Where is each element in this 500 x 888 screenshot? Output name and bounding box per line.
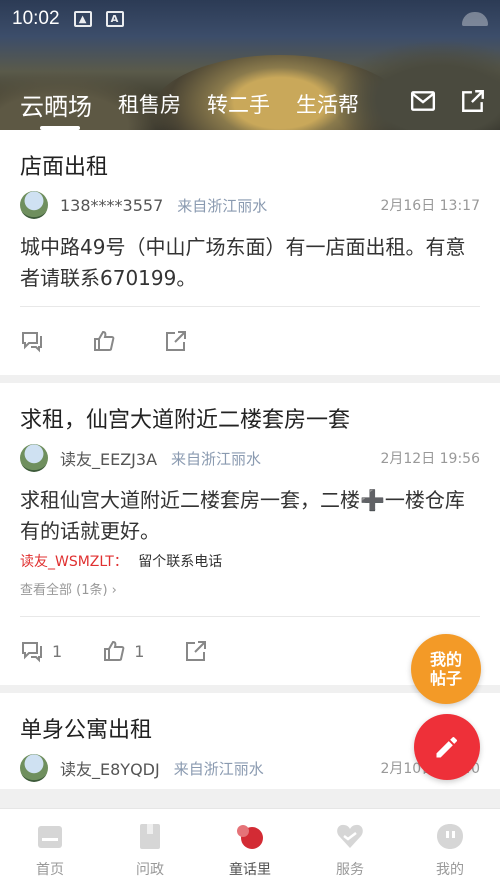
tab-yunshaichang[interactable]: 云晒场 [20,87,92,130]
header-actions [410,88,486,114]
new-post-button[interactable] [414,714,480,780]
nav-label: 问政 [136,862,164,878]
like-button[interactable] [92,329,124,353]
share-button[interactable] [164,329,196,353]
post-time: 2月16日 13:17 [380,198,480,214]
comment-preview[interactable]: 读友_WSMZLT： 留个联系电话 [20,551,480,571]
tab-zhuanershou[interactable]: 转二手 [207,89,270,119]
post-meta: 读友_EEZJ3A 来自浙江丽水 2月12日 19:56 [20,437,480,479]
avatar[interactable] [20,754,48,782]
post-title[interactable]: 单身公寓出租 [20,693,480,747]
post-card[interactable]: 店面出租 138****3557 来自浙江丽水 2月16日 13:17 城中路4… [0,130,500,375]
profile-icon [437,824,463,849]
thumbs-up-icon [94,330,115,351]
post-author[interactable]: 读友_E8YQDJ [60,756,160,780]
avatar[interactable] [20,191,48,219]
nav-label: 首页 [36,862,64,878]
nav-item-fuwu[interactable]: 服务 [300,809,400,888]
share-icon [186,641,207,661]
nav-label: 服务 [336,862,364,878]
post-location: 来自浙江丽水 [177,196,268,215]
post-meta: 读友_E8YQDJ 来自浙江丽水 2月10日 13:40 [20,747,480,789]
heart-icon [337,824,363,848]
comment-icon [22,332,42,353]
like-count: 1 [134,641,145,661]
thumbs-up-icon [104,640,125,661]
my-posts-button[interactable]: 我的 帖子 [411,634,481,704]
share-icon [166,331,186,351]
share-icon[interactable] [460,88,486,114]
nav-label: 童话里 [229,862,271,878]
gallery-icon: ▲ [73,11,92,27]
post-location: 来自浙江丽水 [171,449,262,468]
post-meta: 138****3557 来自浙江丽水 2月16日 13:17 [20,184,480,226]
nav-item-tonghuali[interactable]: 童话里 [200,809,300,888]
status-bar: 10:02 ▲ A [12,6,488,32]
pencil-icon [436,736,458,758]
app-notification-icon: A [105,11,124,27]
bottom-nav: 首页 问政 童话里 服务 我的 [0,808,500,888]
community-icon [237,825,263,849]
mail-icon[interactable] [410,88,436,114]
comment-button[interactable] [20,329,52,353]
post-time: 2月12日 19:56 [380,451,480,467]
comment-text: 留个联系电话 [138,554,223,570]
wifi-icon [462,12,488,26]
tab-zushoufang[interactable]: 租售房 [118,89,181,119]
question-icon [140,824,160,849]
comment-icon [22,642,42,663]
home-icon [38,826,62,848]
comment-count: 1 [52,641,63,661]
view-all-comments-link[interactable]: 查看全部 (1条) › [20,579,480,598]
post-title[interactable]: 店面出租 [20,130,480,184]
avatar[interactable] [20,444,48,472]
post-actions [20,307,480,375]
nav-item-home[interactable]: 首页 [0,809,100,888]
post-location: 来自浙江丽水 [173,759,264,778]
like-button[interactable]: 1 [102,639,144,663]
post-title[interactable]: 求租，仙宫大道附近二楼套房一套 [20,383,480,437]
share-button[interactable] [184,639,216,663]
nav-item-mine[interactable]: 我的 [400,809,500,888]
header-banner: 10:02 ▲ A 云晒场 租售房 转二手 生活帮 [0,0,500,130]
post-author[interactable]: 读友_EEZJ3A [60,446,157,470]
post-author[interactable]: 138****3557 [60,196,163,215]
tab-shenghuobang[interactable]: 生活帮 [296,89,359,119]
comment-author[interactable]: 读友_WSMZLT： [20,554,128,570]
post-content[interactable]: 城中路49号（中山广场东面）有一店面出租。有意者请联系670199。 [20,226,480,306]
status-time: 10:02 [12,8,60,29]
nav-label: 我的 [436,862,464,878]
comment-button[interactable]: 1 [20,639,62,663]
post-content[interactable]: 求租仙宫大道附近二楼套房一套，二楼➕一楼仓库有的话就更好。 [20,479,480,553]
nav-item-wenzheng[interactable]: 问政 [100,809,200,888]
post-feed[interactable]: 店面出租 138****3557 来自浙江丽水 2月16日 13:17 城中路4… [0,130,500,808]
